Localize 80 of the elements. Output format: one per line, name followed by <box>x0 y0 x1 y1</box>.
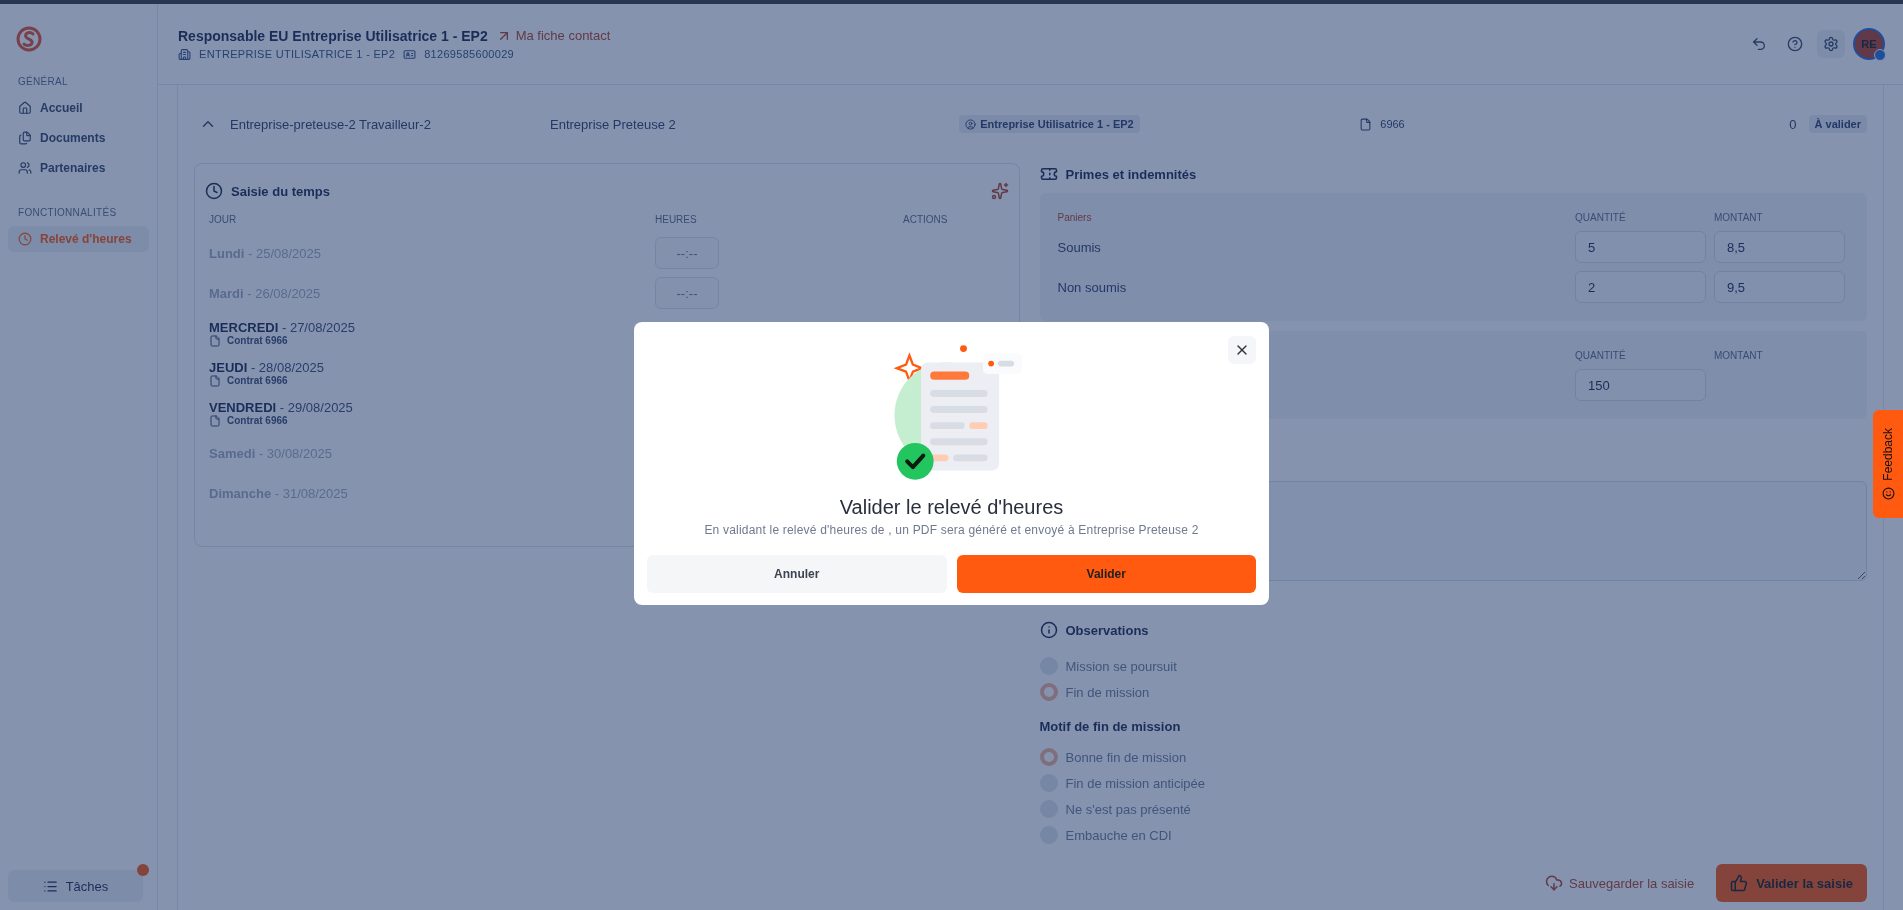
settings-icon <box>1823 36 1839 52</box>
agency-name: Entreprise Preteuse 2 <box>550 116 677 132</box>
people-icon <box>18 161 32 175</box>
amount-field[interactable]: 9,5 <box>1714 271 1845 303</box>
radio-option[interactable]: Mission se poursuit <box>1039 655 1867 677</box>
contract-label: Contrat 6966 <box>227 375 288 386</box>
column-header: ACTIONS <box>902 213 949 227</box>
sidebar-item[interactable]: Documents <box>8 125 149 151</box>
status-badge: À valider <box>1808 115 1867 133</box>
thumbs-up-icon <box>1730 874 1749 892</box>
logo-icon <box>16 26 42 52</box>
user-icon <box>965 118 977 130</box>
panel-title: Saisie du temps <box>231 183 330 199</box>
clock-icon <box>205 182 223 200</box>
column-header: HEURES <box>654 213 698 227</box>
documents-icon <box>18 131 32 145</box>
close-button[interactable] <box>1228 336 1256 364</box>
file-icon <box>209 414 221 427</box>
column-header: MONTANT <box>1714 211 1764 223</box>
column-header: MONTANT <box>1714 349 1764 361</box>
settings-button[interactable] <box>1817 30 1845 58</box>
cancel-button[interactable]: Annuler <box>647 555 947 593</box>
sidebar-item[interactable]: Relevé d'heures <box>8 226 149 252</box>
clock-icon <box>18 232 32 246</box>
day-label: VENDREDI - 29/08/2025 <box>209 399 354 415</box>
contract-number: 6966 <box>1380 118 1405 130</box>
id-card-icon <box>403 47 417 61</box>
info-icon <box>1039 621 1058 639</box>
section-title: Motif de fin de mission <box>1039 719 1182 734</box>
radio-option[interactable]: Fin de mission anticipée <box>1039 772 1867 794</box>
help-icon <box>1787 36 1803 52</box>
building-icon <box>178 47 191 61</box>
list-icon <box>42 878 58 894</box>
radio-option[interactable]: Embauche en CDI <box>1039 824 1867 846</box>
file-icon <box>209 374 221 387</box>
client-badge: Entreprise Utilisatrice 1 - EP2 <box>959 115 1140 133</box>
siret-number: 81269585600029 <box>424 48 514 60</box>
quantity-field[interactable]: 2 <box>1575 271 1706 303</box>
group-label: Paniers <box>1057 211 1093 223</box>
sidebar-item[interactable]: Partenaires <box>8 155 149 181</box>
day-label: MERCREDI - 27/08/2025 <box>209 319 356 335</box>
section-title: GÉNÉRAL <box>18 76 69 87</box>
quantity-field[interactable]: 150 <box>1575 369 1706 401</box>
company-name: ENTREPRISE UTILISATRICE 1 - EP2 <box>199 48 396 60</box>
file-icon <box>1359 117 1373 131</box>
save-button[interactable]: Sauvegarder la saisie <box>1539 873 1701 893</box>
day-label: JEUDI - 28/08/2025 <box>209 359 325 375</box>
contract-label: Contrat 6966 <box>227 415 288 426</box>
column-header: QUANTITÉ <box>1575 211 1627 223</box>
undo-icon <box>1751 36 1767 52</box>
cloud-download-icon <box>1545 874 1564 892</box>
sidebar-item[interactable]: Accueil <box>8 95 149 121</box>
smile-icon <box>1881 486 1895 500</box>
quantity-field[interactable]: 5 <box>1575 231 1706 263</box>
feedback-tab[interactable]: Feedback <box>1873 410 1903 518</box>
radio-option[interactable]: Bonne fin de mission <box>1039 746 1867 768</box>
contract-label: Contrat 6966 <box>227 335 288 346</box>
home-icon <box>18 101 32 115</box>
file-icon <box>209 334 221 347</box>
entry-count: 0 <box>1788 116 1798 132</box>
column-header: JOUR <box>208 213 238 227</box>
column-header: QUANTITÉ <box>1575 349 1627 361</box>
page-title: Responsable EU Entreprise Utilisatrice 1 - EP2 <box>178 27 488 44</box>
sparkles-icon[interactable] <box>990 182 1009 200</box>
allowance-label: Soumis <box>1057 239 1102 255</box>
ticket-icon <box>1039 165 1058 183</box>
radio-option[interactable]: Ne s'est pas présenté <box>1039 798 1867 820</box>
section-title: FONCTIONNALITÉS <box>18 207 118 218</box>
section-title: Observations <box>1065 622 1149 638</box>
validate-button[interactable]: Valider la saisie <box>1716 864 1867 902</box>
radio-option[interactable]: Fin de mission <box>1039 681 1867 703</box>
allowance-label: Non soumis <box>1057 279 1128 295</box>
contact-link[interactable]: Ma fiche contact <box>495 27 611 44</box>
confirm-button[interactable]: Valider <box>956 555 1256 593</box>
dialog-title: Valider le relevé d'heures <box>839 496 1064 519</box>
amount-field[interactable]: 8,5 <box>1714 231 1845 263</box>
panel-title: Primes et indemnités <box>1065 166 1197 182</box>
worker-name: Entreprise-preteuse-2 Travailleur-2 <box>230 116 432 132</box>
dialog-message: En validant le relevé d'heures de , un PDF sera généré et envoyé à Entreprise Preteuse 2 <box>704 523 1199 537</box>
tasks-button[interactable]: Tâches <box>8 870 143 902</box>
